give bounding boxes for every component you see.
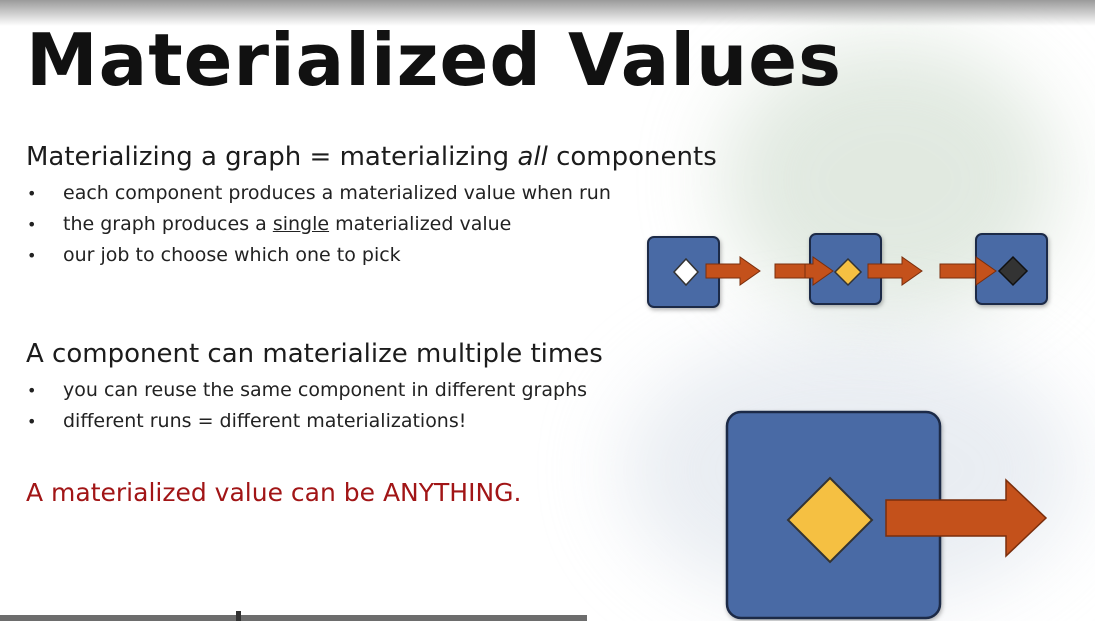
progress-bar — [0, 615, 587, 621]
progress-marker — [236, 611, 241, 621]
component-diagram — [647, 233, 1048, 620]
slide: Materialized Values Materializing a grap… — [0, 0, 1095, 621]
